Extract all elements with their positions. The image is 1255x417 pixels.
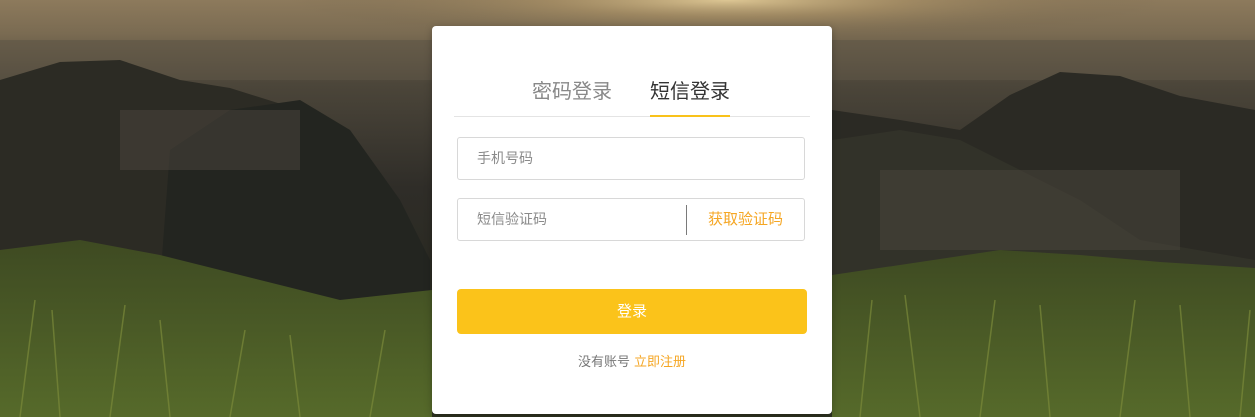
- login-button[interactable]: 登录: [457, 289, 807, 334]
- login-tabs: 密码登录 短信登录: [454, 76, 810, 117]
- get-code-button[interactable]: 获取验证码: [687, 199, 804, 240]
- phone-field: [457, 137, 805, 180]
- signup-link[interactable]: 立即注册: [634, 355, 686, 370]
- sms-code-input[interactable]: [458, 199, 686, 240]
- sms-code-field: 获取验证码: [457, 198, 805, 241]
- signup-row: 没有账号 立即注册: [432, 353, 832, 373]
- login-card: 密码登录 短信登录 获取验证码 登录 没有账号立即注册: [432, 26, 832, 414]
- phone-input[interactable]: [458, 138, 804, 179]
- tab-sms-login[interactable]: 短信登录: [650, 76, 730, 117]
- tab-password-login[interactable]: 密码登录: [532, 76, 612, 116]
- signup-prompt: 没有账号: [577, 355, 630, 370]
